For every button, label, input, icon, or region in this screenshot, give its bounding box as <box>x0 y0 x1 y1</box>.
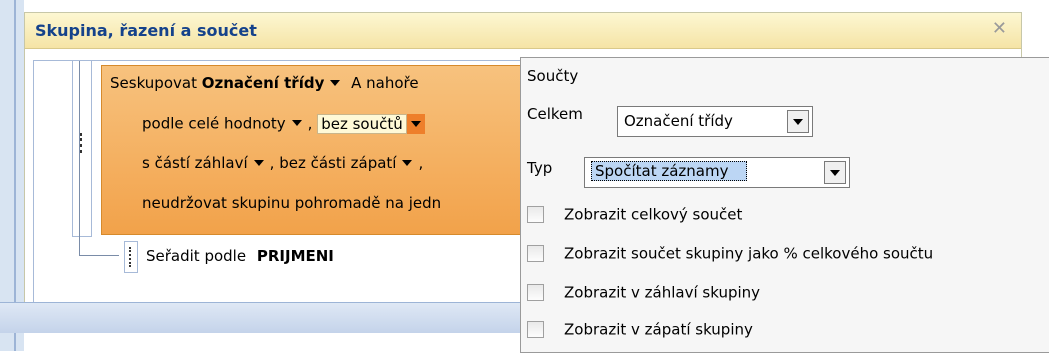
group-prefix: Seskupovat <box>110 74 197 92</box>
checkbox-show-in-footer[interactable]: Zobrazit v zápatí skupiny <box>527 320 753 344</box>
group-order[interactable]: A nahoře <box>351 74 418 92</box>
chevron-down-icon[interactable] <box>291 120 302 126</box>
chevron-down-icon[interactable] <box>787 110 809 133</box>
total-label: Celkem <box>527 105 583 123</box>
tree-connector <box>79 61 80 256</box>
sort-prefix: Seřadit podle <box>146 247 247 265</box>
totals-option[interactable]: bez součtů <box>317 113 407 134</box>
total-field-value: Označení třídy <box>624 112 733 130</box>
header-section-option[interactable]: s částí záhlaví <box>142 154 248 172</box>
type-select[interactable]: Spočítat záznamy <box>584 157 850 188</box>
chevron-down-icon[interactable] <box>330 79 341 86</box>
group-by-value[interactable]: podle celé hodnoty <box>142 115 286 133</box>
keep-together-option[interactable]: neudržovat skupinu pohromadě na jedn <box>142 194 441 212</box>
chevron-down-icon[interactable] <box>253 159 264 166</box>
sort-drag-handle[interactable] <box>124 241 138 273</box>
close-icon[interactable]: ✕ <box>992 18 1007 39</box>
group-row-3: s částí záhlaví, bez části zápatí, <box>142 154 424 172</box>
pane-title: Skupina, řazení a součet <box>35 21 257 40</box>
total-field-select[interactable]: Označení třídy <box>617 106 813 137</box>
window-frame-left <box>0 0 24 351</box>
checkbox-group-percent[interactable]: Zobrazit součet skupiny jako % celkového… <box>527 244 933 268</box>
checkbox[interactable] <box>527 284 544 301</box>
type-label: Typ <box>527 159 553 177</box>
tree-connector <box>79 255 119 256</box>
group-field[interactable]: Označení třídy <box>202 74 325 92</box>
group-level-box[interactable]: Seskupovat Označení třídy A nahoře podle… <box>101 65 563 235</box>
chevron-down-icon[interactable] <box>402 159 413 166</box>
checkbox-show-in-header[interactable]: Zobrazit v záhlaví skupiny <box>527 283 760 307</box>
totals-popup: Součty Celkem Označení třídy Typ Spočíta… <box>520 57 1049 353</box>
type-value: Spočítat záznamy <box>591 161 748 181</box>
chevron-down-icon[interactable] <box>824 161 846 184</box>
group-row-1: Seskupovat Označení třídy A nahoře <box>110 74 419 92</box>
checkbox[interactable] <box>527 206 544 223</box>
chevron-down-icon[interactable] <box>406 114 425 134</box>
footer-section-option[interactable]: bez části zápatí <box>279 154 396 172</box>
checkbox[interactable] <box>527 321 544 338</box>
checkbox[interactable] <box>527 245 544 262</box>
sort-field[interactable]: PRIJMENI <box>257 247 334 265</box>
sort-label: Seřadit podle PRIJMENI <box>146 247 334 265</box>
pane-titlebar: Skupina, řazení a součet ✕ <box>25 13 1021 49</box>
popup-title: Součty <box>527 67 579 85</box>
checkbox-show-grand-total[interactable]: Zobrazit celkový součet <box>527 205 742 229</box>
group-drag-handle[interactable] <box>72 61 92 237</box>
group-row-4: neudržovat skupinu pohromadě na jedn <box>142 194 441 212</box>
group-row-2: podle celé hodnoty, bez součtů <box>142 113 425 134</box>
